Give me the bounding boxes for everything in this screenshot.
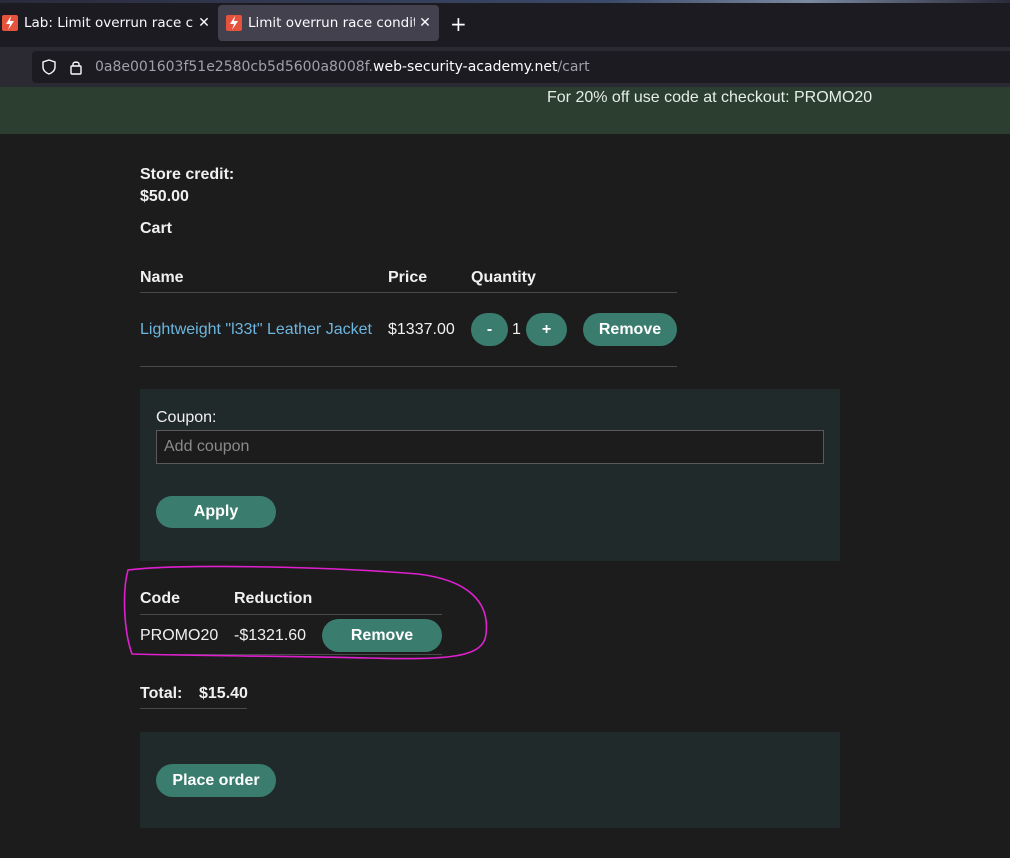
promo-text: For 20% off use code at checkout: PROMO2… bbox=[547, 89, 873, 106]
store-credit-label: Store credit: bbox=[140, 166, 235, 183]
quantity-value: 1 bbox=[512, 321, 521, 338]
total-divider bbox=[140, 708, 247, 709]
tab-title: Limit overrun race condit bbox=[248, 15, 415, 31]
close-tab-icon[interactable]: ✕ bbox=[417, 15, 433, 31]
lightning-favicon-icon bbox=[2, 15, 18, 31]
browser-tab-bar: Lab: Limit overrun race c ✕ Limit overru… bbox=[0, 0, 1010, 47]
lock-icon[interactable] bbox=[69, 59, 83, 80]
highlight-annotation bbox=[123, 565, 488, 660]
close-tab-icon[interactable]: ✕ bbox=[196, 15, 212, 31]
address-bar[interactable]: 0a8e001603f51e2580cb5d5600a8008f.web-sec… bbox=[32, 51, 1010, 83]
tab-bar-top-strip bbox=[0, 0, 1010, 3]
cart-page: Store credit: $50.00 Cart Name Price Qua… bbox=[0, 134, 1010, 858]
coupon-input[interactable] bbox=[156, 430, 824, 464]
table-header-divider bbox=[140, 292, 677, 293]
tab-title: Lab: Limit overrun race c bbox=[24, 15, 194, 31]
tab-active[interactable]: Limit overrun race condit ✕ bbox=[218, 5, 439, 41]
lightning-favicon-icon bbox=[226, 15, 242, 31]
cart-heading: Cart bbox=[140, 220, 173, 237]
product-link[interactable]: Lightweight "l33t" Leather Jacket bbox=[140, 321, 372, 339]
url-domain: web-security-academy.net bbox=[373, 59, 558, 75]
store-credit-value: $50.00 bbox=[140, 188, 189, 205]
total-value: $15.40 bbox=[199, 685, 248, 702]
decrease-quantity-button[interactable]: - bbox=[471, 313, 508, 346]
column-header-price: Price bbox=[388, 269, 428, 286]
url-text: 0a8e001603f51e2580cb5d5600a8008f.web-sec… bbox=[95, 59, 590, 75]
shield-icon[interactable] bbox=[41, 59, 57, 80]
tab-lab[interactable]: Lab: Limit overrun race c ✕ bbox=[0, 5, 212, 41]
url-path: /cart bbox=[557, 59, 590, 75]
column-header-quantity: Quantity bbox=[471, 269, 536, 286]
product-price: $1337.00 bbox=[388, 321, 455, 338]
url-subdomain: 0a8e001603f51e2580cb5d5600a8008f. bbox=[95, 59, 374, 75]
increase-quantity-button[interactable]: + bbox=[526, 313, 567, 346]
remove-item-button[interactable]: Remove bbox=[583, 313, 677, 346]
new-tab-button[interactable]: + bbox=[450, 12, 467, 36]
table-bottom-divider bbox=[140, 366, 677, 367]
column-header-name: Name bbox=[140, 269, 184, 286]
coupon-label: Coupon: bbox=[156, 409, 217, 426]
apply-coupon-button[interactable]: Apply bbox=[156, 496, 276, 528]
navigation-bar: 0a8e001603f51e2580cb5d5600a8008f.web-sec… bbox=[0, 47, 1010, 87]
place-order-button[interactable]: Place order bbox=[156, 764, 276, 797]
place-order-form: Place order bbox=[140, 732, 840, 828]
coupon-form: Coupon: Apply bbox=[140, 389, 840, 561]
promo-banner: For 20% off use code at checkout: PROMO2… bbox=[0, 87, 1010, 134]
total-label: Total: bbox=[140, 685, 183, 702]
